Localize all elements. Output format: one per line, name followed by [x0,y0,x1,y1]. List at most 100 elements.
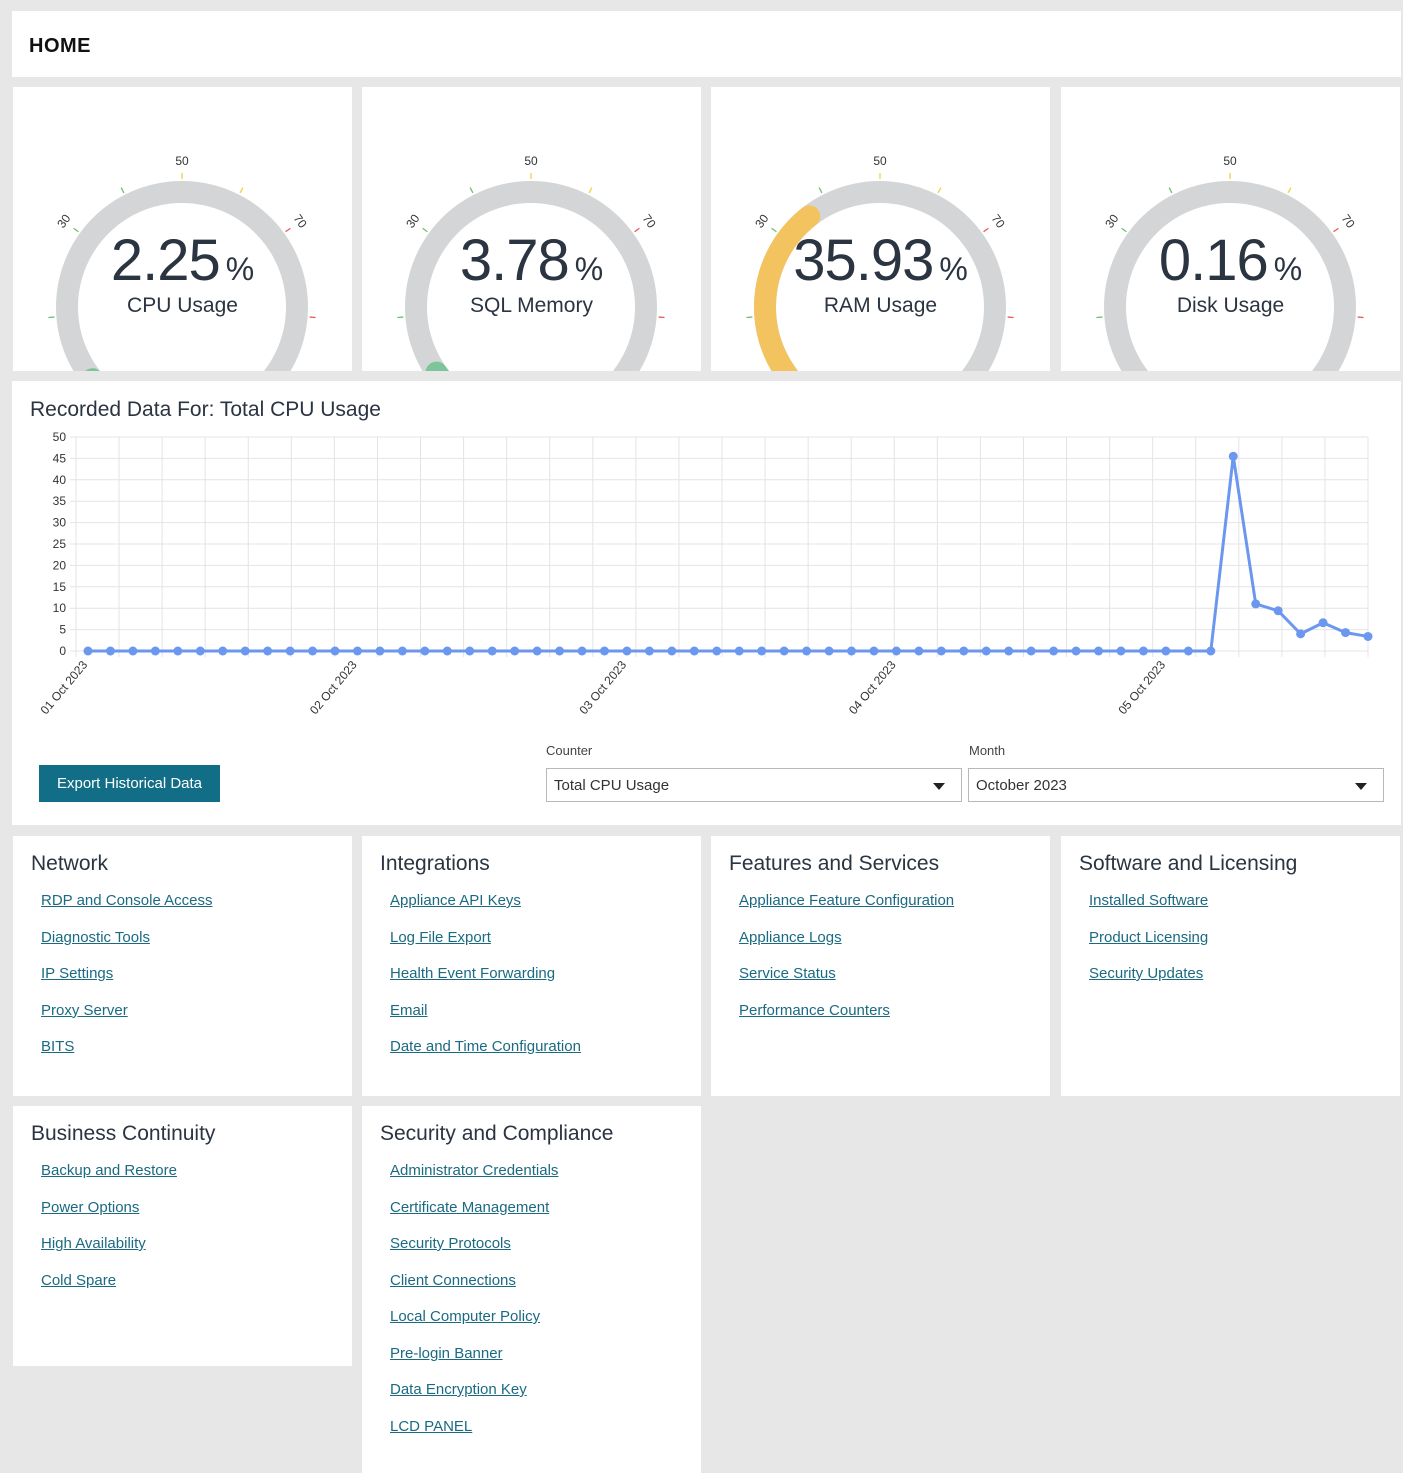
power-options-link[interactable]: Power Options [41,1199,139,1216]
gauge-tick-label: 50 [873,154,887,168]
installed-software-link[interactable]: Installed Software [1089,892,1208,909]
health-event-forwarding-link[interactable]: Health Event Forwarding [390,965,555,982]
date-time-configuration-link[interactable]: Date and Time Configuration [390,1038,581,1055]
data-point [128,646,138,656]
data-point [577,646,587,656]
header-panel: HOME [12,11,1401,77]
gauge-tick-label: 50 [1223,154,1237,168]
local-computer-policy-link[interactable]: Local Computer Policy [390,1308,540,1325]
gauge-value: 35.93 [793,228,934,293]
appliance-api-keys-link[interactable]: Appliance API Keys [390,892,521,909]
data-point [779,646,789,656]
data-point [465,646,475,656]
administrator-credentials-link[interactable]: Administrator Credentials [390,1162,558,1179]
gauge-tick [1287,187,1292,194]
data-point [1004,646,1014,656]
data-point [285,646,295,656]
gauge-unit: % [1273,251,1303,287]
data-point [1363,631,1373,641]
series-line [88,454,1369,653]
x-tick-label: 04 Oct 2023 [846,658,899,717]
gauge-unit: % [574,251,604,287]
cold-spare-link[interactable]: Cold Spare [41,1272,116,1289]
product-licensing-link[interactable]: Product Licensing [1089,929,1208,946]
data-point [1116,646,1126,656]
data-point [83,646,93,656]
data-point [352,646,362,656]
y-tick-label: 35 [53,494,67,508]
data-point [1049,646,1059,656]
data-point [891,646,901,656]
data-point [510,646,520,656]
y-tick-label: 0 [59,644,66,658]
bits-link[interactable]: BITS [41,1038,74,1055]
data-point [1341,628,1351,638]
ip-settings-link[interactable]: IP Settings [41,965,113,982]
export-historical-data-button[interactable]: Export Historical Data [39,765,220,802]
data-point [330,646,340,656]
y-tick-label: 30 [53,516,67,530]
x-tick-label: 02 Oct 2023 [307,658,360,717]
data-point [397,646,407,656]
counter-select[interactable]: Total CPU Usage [546,768,962,802]
gauge-tick-label: 50 [524,154,538,168]
security-updates-link[interactable]: Security Updates [1089,965,1203,982]
chevron-down-icon [1355,783,1367,790]
security-protocols-link[interactable]: Security Protocols [390,1235,511,1252]
client-connections-link[interactable]: Client Connections [390,1272,516,1289]
page-title: HOME [29,35,91,57]
data-point [105,646,115,656]
month-select-value: October 2023 [976,777,1067,794]
gauge-tick [1168,187,1173,194]
counter-select-value: Total CPU Usage [554,777,670,794]
high-availability-link[interactable]: High Availability [41,1235,146,1252]
x-tick-label: 03 Oct 2023 [576,658,629,717]
data-point [959,646,969,656]
security-compliance-card: Security and Compliance Administrator Cr… [362,1106,701,1473]
y-tick-label: 20 [53,558,67,572]
pre-login-banner-link[interactable]: Pre-login Banner [390,1345,503,1362]
data-encryption-key-link[interactable]: Data Encryption Key [390,1381,527,1398]
service-status-link[interactable]: Service Status [739,965,836,982]
integrations-card: Integrations Appliance API Keys Log File… [362,836,701,1096]
gauge-tick [120,187,125,194]
data-point [1251,599,1261,609]
y-tick-label: 40 [53,473,67,487]
data-point [689,646,699,656]
proxy-server-link[interactable]: Proxy Server [41,1002,128,1019]
gauge-tick [239,187,244,194]
appliance-logs-link[interactable]: Appliance Logs [739,929,842,946]
data-point [308,646,318,656]
lcd-panel-link[interactable]: LCD PANEL [390,1418,472,1435]
y-tick-label: 25 [53,537,67,551]
data-point [734,646,744,656]
data-point [1094,646,1104,656]
sql-memory-gauge-card: 0305070100 3.78% SQL Memory [362,87,701,371]
data-point [1318,618,1328,628]
rdp-console-access-link[interactable]: RDP and Console Access [41,892,212,909]
data-point [757,646,767,656]
data-point [420,646,430,656]
data-point [555,646,565,656]
gauge-tick [937,187,942,194]
data-point [847,646,857,656]
month-select[interactable]: October 2023 [968,768,1384,802]
card-title: Security and Compliance [380,1122,614,1145]
certificate-management-link[interactable]: Certificate Management [390,1199,549,1216]
data-point [195,646,205,656]
data-point [218,646,228,656]
data-point [1228,451,1238,461]
data-point [1138,646,1148,656]
card-title: Business Continuity [31,1122,216,1145]
data-point [824,646,834,656]
diagnostic-tools-link[interactable]: Diagnostic Tools [41,929,150,946]
data-point [150,646,160,656]
gauge-label: CPU Usage [127,294,238,317]
email-link[interactable]: Email [390,1002,428,1019]
log-file-export-link[interactable]: Log File Export [390,929,491,946]
performance-counters-link[interactable]: Performance Counters [739,1002,890,1019]
data-point [1071,646,1081,656]
appliance-feature-configuration-link[interactable]: Appliance Feature Configuration [739,892,954,909]
backup-restore-link[interactable]: Backup and Restore [41,1162,177,1179]
chart-grid [70,436,1369,657]
